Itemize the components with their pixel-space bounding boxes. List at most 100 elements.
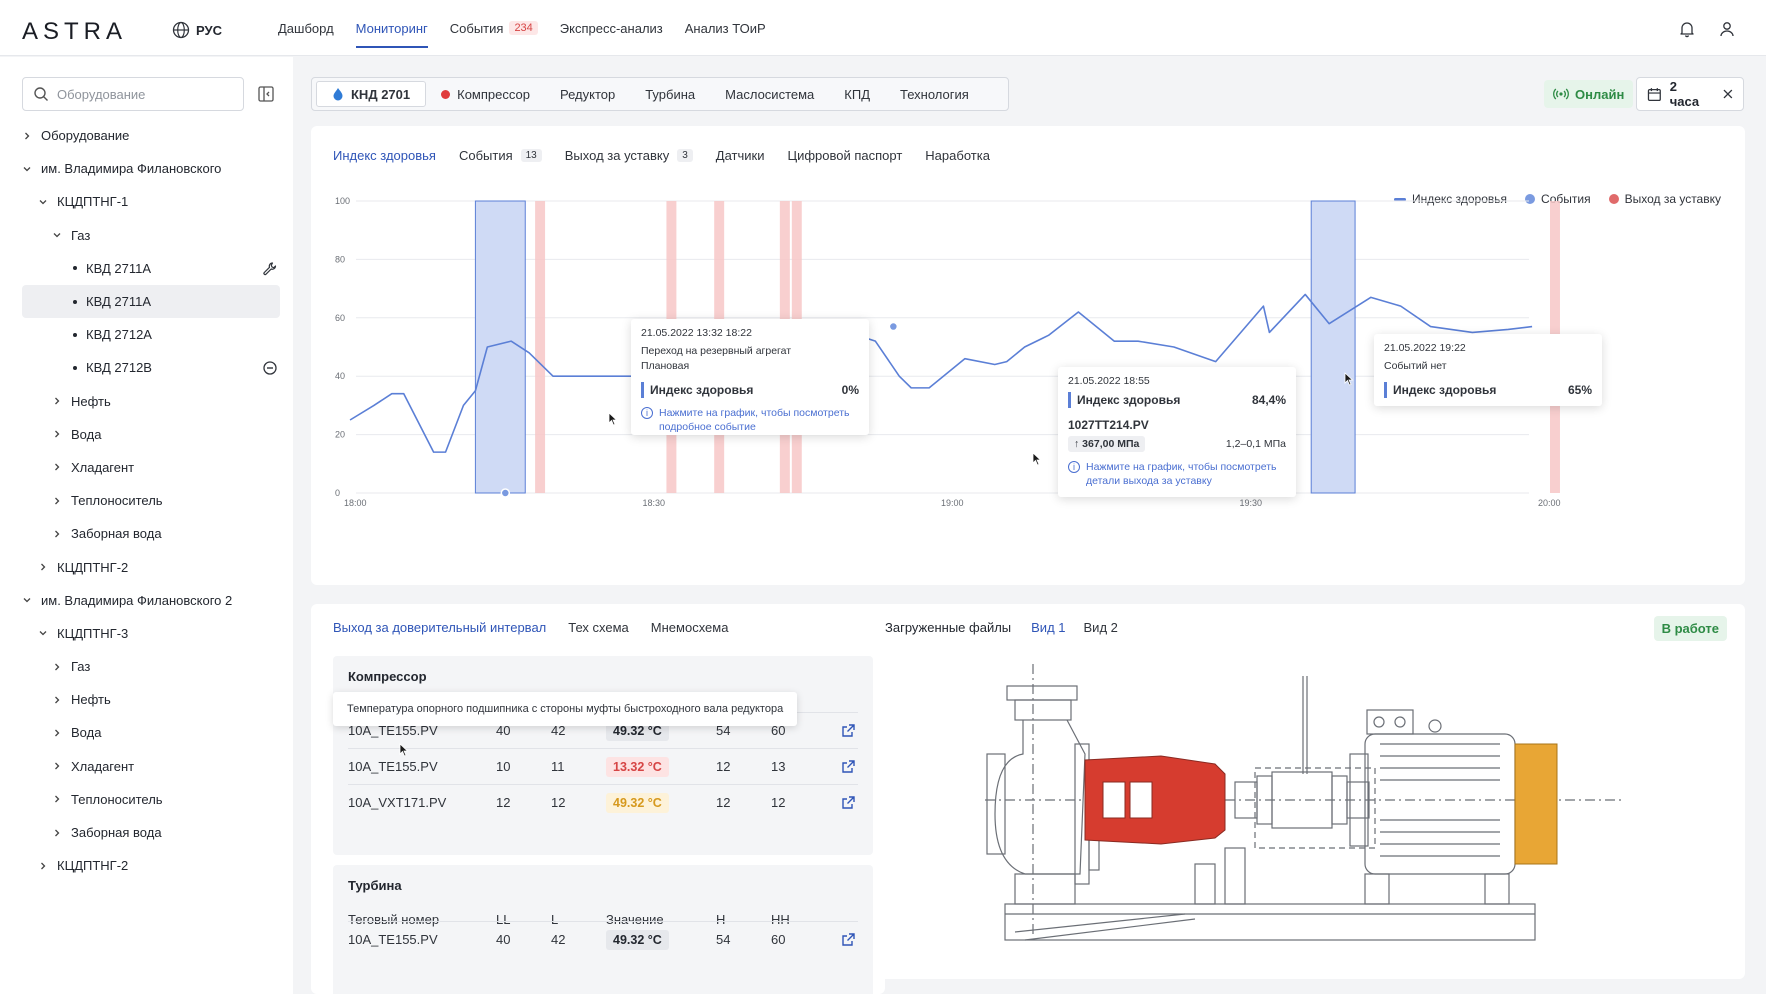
chevron-right-icon[interactable] [52, 396, 66, 406]
motor-highlight[interactable] [1514, 743, 1558, 865]
y-tick-label: 100 [335, 196, 350, 206]
external-link-icon[interactable] [826, 723, 856, 738]
tree-item[interactable]: Заборная вода [22, 517, 280, 550]
tree-item[interactable]: Хладагент [22, 451, 280, 484]
tooltip-hint[interactable]: i Нажмите на график, чтобы посмотреть под… [641, 406, 859, 434]
chevron-right-icon[interactable] [52, 695, 66, 705]
chevron-down-icon[interactable] [38, 628, 52, 638]
tab-tech-scheme[interactable]: Тех схема [568, 620, 629, 635]
tab-oil-system[interactable]: Маслосистема [710, 81, 829, 107]
metric-label: Индекс здоровья [1393, 383, 1497, 397]
user-icon[interactable] [1718, 20, 1736, 38]
bell-icon[interactable] [1678, 20, 1696, 38]
equipment-tabs: КНД 2701 Компрессор Редуктор Турбина Мас… [311, 77, 1009, 111]
l-cell: 11 [551, 759, 565, 774]
reading-chip: ↑ 367,00 МПа [1068, 436, 1146, 452]
tab-view-2[interactable]: Вид 2 [1084, 620, 1118, 635]
chevron-right-icon[interactable] [52, 828, 66, 838]
tab-view-1[interactable]: Вид 1 [1031, 620, 1065, 635]
language-switcher[interactable]: РУС [172, 21, 222, 39]
period-selector[interactable]: 2 часа [1636, 77, 1744, 111]
chevron-right-icon[interactable] [52, 429, 66, 439]
value-cell: 13.32 °C [606, 756, 716, 777]
events-count-badge: 234 [509, 21, 538, 35]
close-icon[interactable] [1723, 89, 1733, 99]
tree-item[interactable]: Заборная вода [22, 816, 280, 849]
chevron-down-icon[interactable] [52, 230, 66, 240]
tree-item[interactable]: Вода [22, 716, 280, 749]
chevron-down-icon[interactable] [38, 197, 52, 207]
chevron-right-icon[interactable] [52, 529, 66, 539]
tooltip-event-title: Переход на резервный агрегат [641, 345, 792, 357]
tab-label: Тех схема [568, 620, 629, 635]
minus-circle-icon[interactable] [262, 360, 278, 376]
pump-scheme-drawing[interactable] [985, 664, 1645, 964]
external-link-icon[interactable] [826, 932, 856, 947]
nav-events[interactable]: События 234 [450, 0, 538, 56]
tree-item[interactable]: КЦДПТНГ-1 [22, 185, 280, 218]
tree-item[interactable]: КЦДПТНГ-2 [22, 849, 280, 882]
chevron-right-icon[interactable] [52, 496, 66, 506]
tab-mnemonic[interactable]: Мнемосхема [651, 620, 729, 635]
y-tick-label: 80 [335, 254, 345, 264]
tree-item[interactable]: Вода [22, 418, 280, 451]
tooltip-date: 21.05.2022 19:22 [1384, 342, 1466, 354]
tree-item[interactable]: КЦДПТНГ-3 [22, 617, 280, 650]
chevron-down-icon[interactable] [22, 164, 36, 174]
wrench-icon[interactable] [262, 261, 278, 277]
tree-item[interactable]: КЦДПТНГ-2 [22, 550, 280, 583]
hint-text: Нажмите на график, чтобы посмотреть дета… [1086, 461, 1277, 487]
tree-item[interactable]: Теплоноситель [22, 783, 280, 816]
search-input[interactable] [57, 86, 227, 102]
chevron-right-icon[interactable] [38, 861, 52, 871]
chevron-right-icon[interactable] [52, 728, 66, 738]
tab-label: Маслосистема [725, 86, 815, 102]
tree-item[interactable]: Нефть [22, 683, 280, 716]
chevron-right-icon[interactable] [52, 794, 66, 804]
tab-turbine[interactable]: Турбина [630, 81, 710, 107]
tree-item[interactable]: КВД 2712В [22, 351, 280, 384]
tab-uploaded-files[interactable]: Загруженные файлы [885, 620, 1011, 635]
table-row: 10A_TE155.PV 40 42 49.32 °C 54 60 [348, 921, 858, 957]
tab-label: КПД [844, 86, 871, 102]
tree-item[interactable]: КВД 2711А [22, 252, 280, 285]
app-logo[interactable]: ASTRA [22, 18, 127, 46]
status-badge: В работе [1653, 616, 1727, 641]
tab-confidence-interval[interactable]: Выход за доверительный интервал [333, 620, 546, 635]
chevron-right-icon[interactable] [38, 562, 52, 572]
nav-monitoring[interactable]: Мониторинг [355, 0, 428, 56]
tab-reducer[interactable]: Редуктор [545, 81, 630, 107]
nav-label: События [449, 20, 504, 36]
tree-item[interactable]: Теплоноситель [22, 484, 280, 517]
tooltip-hint[interactable]: i Нажмите на график, чтобы посмотреть дет… [1068, 460, 1286, 488]
tab-compressor[interactable]: Компрессор [426, 81, 545, 107]
external-link-icon[interactable] [826, 759, 856, 774]
tree-item[interactable]: Оборудование [22, 119, 280, 152]
tab-knd-2701[interactable]: КНД 2701 [316, 81, 427, 107]
tree-item[interactable]: Газ [22, 219, 280, 252]
tree-item[interactable]: им. Владимира Филановского [22, 152, 280, 185]
tree-item[interactable]: Хладагент [22, 750, 280, 783]
tree-item[interactable]: Газ [22, 650, 280, 683]
bearing-window [1102, 781, 1126, 819]
tree-item[interactable]: им. Владимира Филановского 2 [22, 584, 280, 617]
tree-item[interactable]: КВД 2712А [22, 318, 280, 351]
chevron-right-icon[interactable] [52, 662, 66, 672]
tree-item-label: Нефть [71, 692, 111, 708]
chevron-right-icon[interactable] [22, 131, 36, 141]
chevron-right-icon[interactable] [52, 462, 66, 472]
nav-dashboard[interactable]: Дашборд [278, 0, 334, 56]
nav-maintenance-analysis[interactable]: Анализ ТОиР [685, 0, 766, 56]
tooltip-metric-row: Индекс здоровья 84,4% [1068, 392, 1286, 408]
collapse-sidebar-icon[interactable] [257, 85, 275, 103]
chevron-down-icon[interactable] [22, 595, 36, 605]
tab-efficiency[interactable]: КПД [829, 81, 885, 107]
tree-item[interactable]: КВД 2711А [22, 284, 280, 319]
online-status-badge[interactable]: Онлайн [1544, 80, 1634, 108]
tab-technology[interactable]: Технология [885, 81, 984, 107]
tree-item[interactable]: Нефть [22, 385, 280, 418]
external-link-icon[interactable] [826, 795, 856, 810]
chevron-right-icon[interactable] [52, 761, 66, 771]
y-tick-label: 40 [335, 371, 345, 381]
nav-express-analysis[interactable]: Экспресс-анализ [560, 0, 663, 56]
